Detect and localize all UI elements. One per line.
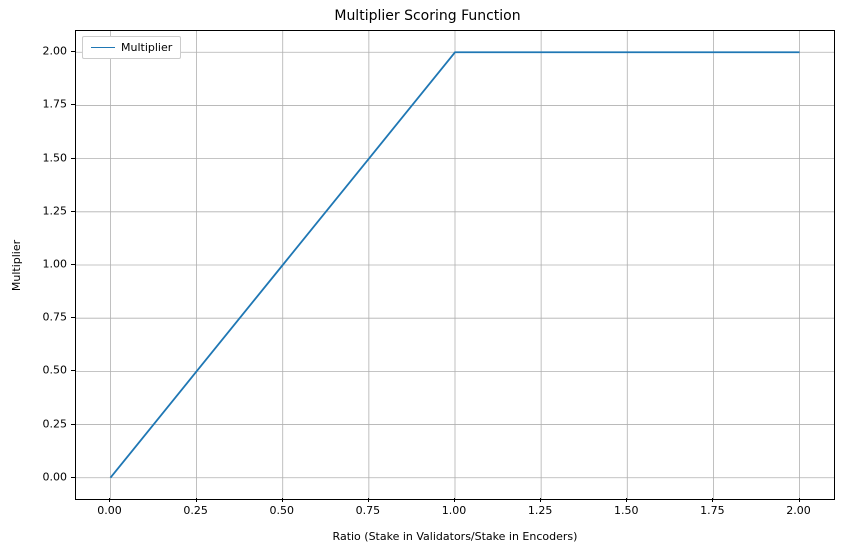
y-tick-mark [71, 51, 75, 52]
x-axis-label: Ratio (Stake in Validators/Stake in Enco… [75, 530, 835, 543]
y-tick-mark [71, 477, 75, 478]
chart-axes [75, 30, 835, 500]
y-tick-mark [71, 211, 75, 212]
x-tick-mark [196, 498, 197, 502]
chart-svg [76, 31, 834, 499]
y-tick-mark [71, 264, 75, 265]
y-tick-label: 0.00 [27, 470, 67, 483]
x-tick-mark [712, 498, 713, 502]
chart-figure: Multiplier Scoring Function Multiplier R… [0, 0, 855, 547]
y-tick-label: 0.75 [27, 311, 67, 324]
y-axis-label: Multiplier [10, 30, 24, 500]
x-tick-mark [109, 498, 110, 502]
y-tick-label: 0.25 [27, 417, 67, 430]
x-tick-mark [799, 498, 800, 502]
y-tick-mark [71, 370, 75, 371]
x-tick-label: 0.75 [356, 504, 381, 517]
y-tick-label: 2.00 [27, 45, 67, 58]
y-tick-mark [71, 317, 75, 318]
y-tick-label: 1.75 [27, 98, 67, 111]
x-tick-mark [282, 498, 283, 502]
y-tick-mark [71, 424, 75, 425]
x-tick-mark [626, 498, 627, 502]
x-tick-label: 0.00 [97, 504, 122, 517]
x-tick-label: 1.25 [528, 504, 553, 517]
x-tick-mark [540, 498, 541, 502]
y-tick-mark [71, 158, 75, 159]
legend-swatch [91, 47, 115, 48]
x-tick-mark [368, 498, 369, 502]
y-tick-label: 1.00 [27, 258, 67, 271]
legend: Multiplier [82, 36, 181, 59]
x-tick-mark [454, 498, 455, 502]
y-tick-label: 0.50 [27, 364, 67, 377]
x-tick-label: 0.50 [269, 504, 294, 517]
x-tick-label: 1.50 [614, 504, 639, 517]
y-tick-label: 1.50 [27, 151, 67, 164]
legend-label: Multiplier [121, 41, 172, 54]
chart-grid [76, 31, 834, 499]
chart-title: Multiplier Scoring Function [0, 8, 855, 24]
y-tick-mark [71, 104, 75, 105]
x-tick-label: 1.00 [442, 504, 467, 517]
x-tick-label: 1.75 [700, 504, 725, 517]
x-tick-label: 2.00 [786, 504, 811, 517]
y-tick-label: 1.25 [27, 204, 67, 217]
x-tick-label: 0.25 [183, 504, 208, 517]
